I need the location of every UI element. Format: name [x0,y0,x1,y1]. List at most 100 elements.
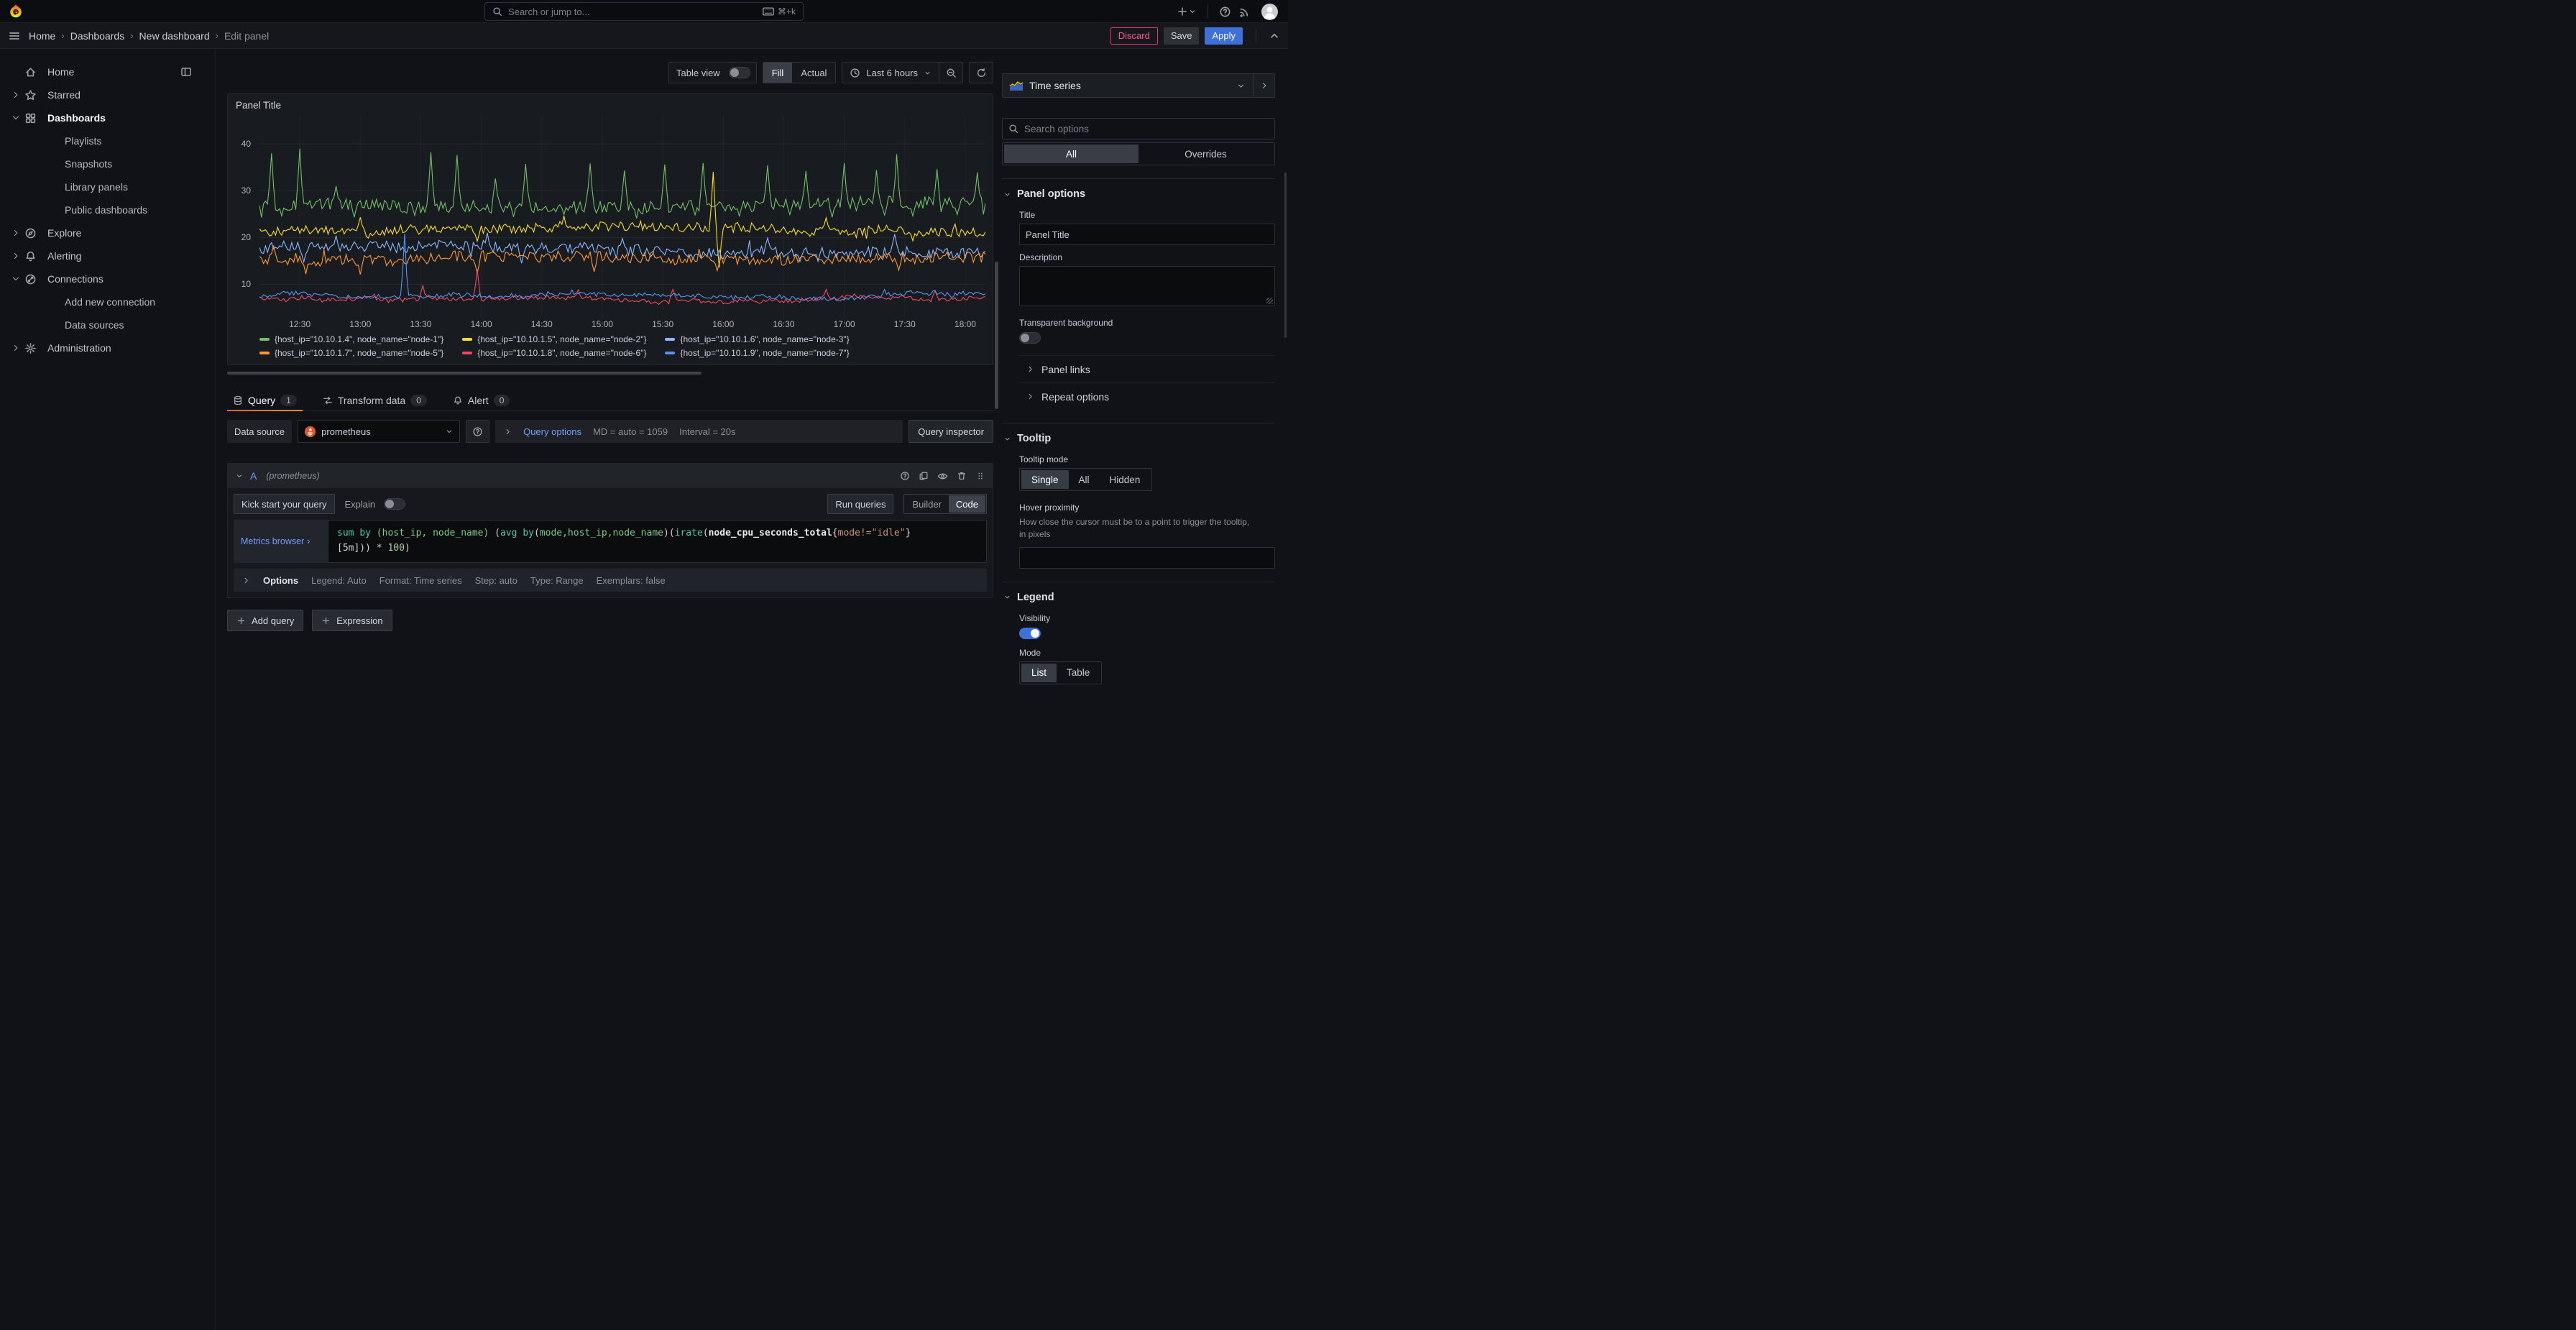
sidebar-item-public-dashboards[interactable]: Public dashboards [0,198,215,221]
legend-mode-table[interactable]: Table [1057,664,1100,682]
sidebar-item-data-sources[interactable]: Data sources [0,313,215,336]
breadcrumb-home[interactable]: Home [29,30,55,42]
actual-option[interactable]: Actual [792,63,835,83]
datasource-picker[interactable]: prometheus [298,420,460,443]
code-option[interactable]: Code [949,495,985,513]
viz-pane-expand-button[interactable] [1253,74,1274,97]
description-textarea[interactable] [1019,266,1275,306]
sidebar-item-playlists[interactable]: Playlists [0,129,215,152]
legend-item[interactable]: {host_ip="10.10.1.5", node_name="node-2"… [462,334,646,344]
global-search-input[interactable]: Search or jump to... ⌘+k [484,2,804,21]
options-search-input[interactable]: Search options [1002,118,1275,139]
legend-visibility-toggle[interactable] [1019,628,1041,639]
sidebar-item-starred[interactable]: Starred [0,83,215,106]
sidebar-item-home[interactable]: Home [0,60,215,83]
panel-links-collapsible[interactable]: Panel links [1019,355,1275,382]
hover-proximity-input[interactable] [1019,547,1275,569]
search-icon [492,6,502,17]
sidebar-item-administration[interactable]: Administration [0,336,215,359]
sidebar-item-alerting[interactable]: Alerting [0,244,215,267]
panel-options-header[interactable]: Panel options [1002,179,1275,203]
breadcrumb-dashboards[interactable]: Dashboards [70,30,125,42]
breadcrumb-new-dashboard[interactable]: New dashboard [139,30,210,42]
transparent-bg-toggle[interactable] [1019,332,1041,344]
legend-mode-list[interactable]: List [1021,664,1057,682]
apply-button[interactable]: Apply [1205,27,1243,45]
zoom-out-icon [946,68,957,78]
datasource-help-button[interactable] [466,420,489,443]
legend-item[interactable]: {host_ip="10.10.1.9", node_name="node-7"… [665,348,849,358]
sidebar-item-connections[interactable]: Connections [0,267,215,290]
dock-menu-icon[interactable] [180,66,192,78]
tab-transform-data[interactable]: Transform data 0 [317,390,433,411]
legend-item[interactable]: {host_ip="10.10.1.4", node_name="node-1"… [259,334,443,344]
main-vertical-scrollbar[interactable] [995,262,998,409]
query-options-collapsed[interactable]: Options Legend: Auto Format: Time series… [234,569,987,592]
options-pane-scrollbar[interactable] [1284,173,1287,338]
menu-icon[interactable] [9,30,20,42]
repeat-options-collapsible[interactable]: Repeat options [1019,382,1275,410]
legend-item[interactable]: {host_ip="10.10.1.6", node_name="node-3"… [665,334,849,344]
tooltip-hidden[interactable]: Hidden [1100,470,1151,489]
run-queries-button[interactable]: Run queries [827,494,893,514]
save-button[interactable]: Save [1164,27,1200,45]
title-input[interactable]: Panel Title [1019,224,1275,245]
add-query-button[interactable]: Add query [227,610,303,631]
news-button[interactable] [1235,0,1254,23]
legend-header[interactable]: Legend [1002,582,1275,606]
builder-option[interactable]: Builder [905,495,948,513]
home-icon [24,66,37,78]
trash-icon[interactable] [957,471,967,481]
sidebar-item-dashboards[interactable]: Dashboards [0,106,215,129]
kick-start-button[interactable]: Kick start your query [234,494,335,514]
tooltip-all[interactable]: All [1069,470,1100,489]
x-tick-label: 16:30 [773,319,794,329]
drag-handle-icon[interactable] [975,471,985,481]
time-series-plot[interactable]: 10203040 [228,116,993,317]
fill-option[interactable]: Fill [763,63,793,83]
eye-icon[interactable] [937,471,948,482]
user-avatar[interactable] [1261,4,1278,20]
horizontal-scrollbar[interactable] [227,372,702,375]
grafana-logo-icon[interactable] [8,4,24,19]
breadcrumb-edit-panel: Edit panel [224,30,269,42]
add-button[interactable] [1173,0,1200,23]
query-datasource-name: (prometheus) [266,471,319,481]
explain-toggle[interactable] [384,498,405,510]
refresh-button[interactable] [970,63,993,83]
panel-title[interactable]: Panel Title [228,94,993,116]
chevron-right-icon [1026,365,1034,373]
discard-button[interactable]: Discard [1110,27,1158,45]
hover-proximity-label: Hover proximity [1019,503,1275,513]
tooltip-single[interactable]: Single [1021,470,1069,489]
time-range-picker[interactable]: Last 6 hours [842,68,939,78]
query-inspector-button[interactable]: Query inspector [908,420,993,443]
clock-icon [850,68,860,78]
sidebar-item-explore[interactable]: Explore [0,221,215,244]
sidebar-item-library-panels[interactable]: Library panels [0,175,215,198]
chevron-up-icon[interactable] [1269,31,1279,41]
table-view-toggle[interactable] [729,67,750,78]
query-row-header[interactable]: A (prometheus) [228,464,993,488]
legend-item[interactable]: {host_ip="10.10.1.8", node_name="node-6"… [462,348,646,358]
timeseries-viz-icon [1009,81,1024,91]
zoom-out-button[interactable] [939,63,962,83]
query-options-bar[interactable]: Query options MD = auto = 1059 Interval … [495,420,903,443]
visualization-picker[interactable]: Time series [1002,73,1275,98]
tab-overrides[interactable]: Overrides [1138,145,1273,163]
tab-alert[interactable]: Alert 0 [447,390,515,411]
tooltip-header[interactable]: Tooltip [1002,423,1275,447]
metrics-browser-link[interactable]: Metrics browser› [234,520,328,563]
expression-button[interactable]: Expression [312,610,392,631]
sidebar-item-add-new-connection[interactable]: Add new connection [0,290,215,313]
tab-query[interactable]: Query 1 [227,390,303,411]
rss-icon [1238,6,1251,18]
sidebar-item-snapshots[interactable]: Snapshots [0,152,215,175]
title-label: Title [1019,210,1275,220]
help-button[interactable] [1215,0,1235,23]
legend-item[interactable]: {host_ip="10.10.1.7", node_name="node-5"… [259,348,443,358]
query-help-icon[interactable] [900,471,910,481]
duplicate-icon[interactable] [919,471,929,481]
promql-code-input[interactable]: sum by (host_ip, node_name) (avg by(mode… [328,520,987,563]
tab-all[interactable]: All [1004,145,1138,163]
